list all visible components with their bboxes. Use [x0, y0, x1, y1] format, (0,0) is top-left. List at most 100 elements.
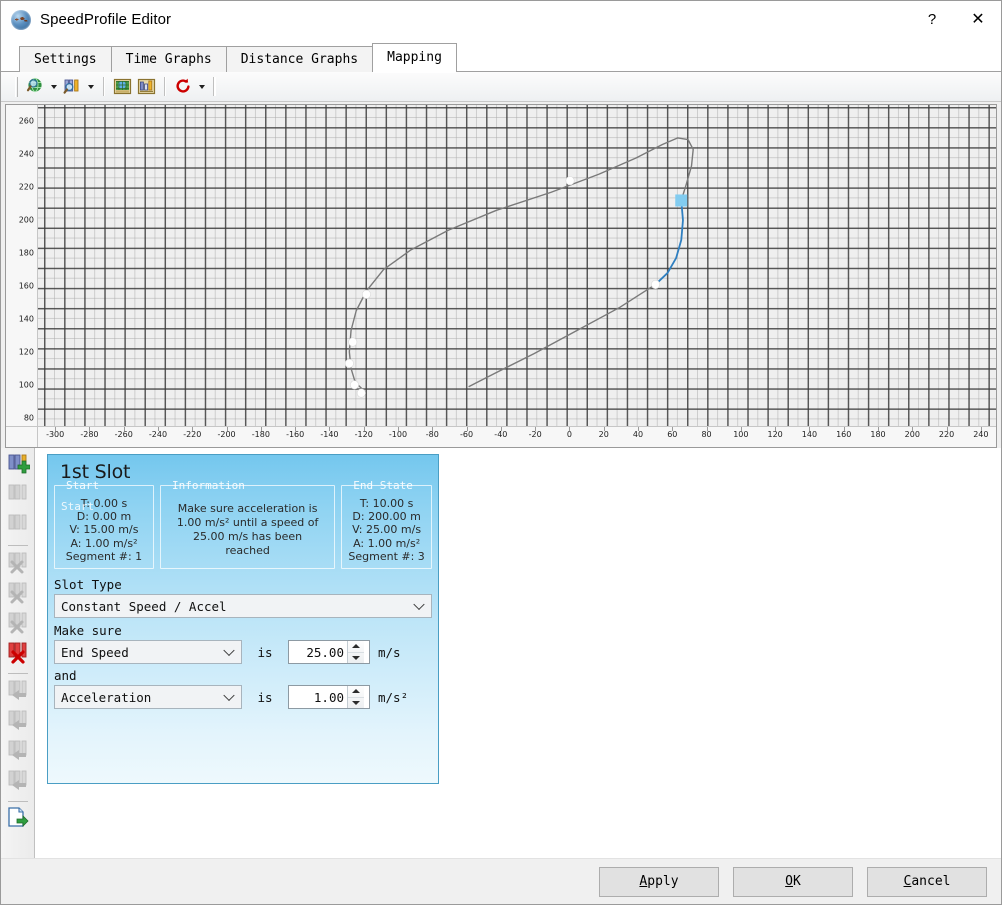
sidebar-button-move-slot-previous[interactable] [4, 708, 32, 736]
route-waypoint[interactable] [345, 359, 353, 367]
route-waypoint[interactable] [651, 280, 659, 288]
x-axis-tick: -20 [528, 430, 542, 439]
dialog-footer: Apply OK Cancel [1, 858, 1001, 904]
sidebar-button-cut-slot-before[interactable] [4, 580, 32, 608]
cancel-accel: C [903, 874, 912, 889]
selected-waypoint-marker[interactable] [675, 194, 688, 207]
condition-2-spin-down[interactable] [348, 698, 364, 709]
y-axis-tick: 160 [18, 281, 34, 291]
x-axis-tick: -240 [148, 430, 168, 439]
sidebar-button-export-slot[interactable] [4, 806, 32, 834]
condition-1-unit: m/s [378, 644, 401, 660]
condition-2-spin-buttons[interactable] [347, 686, 364, 709]
ruler-chart-icon[interactable] [134, 75, 158, 98]
cancel-button[interactable]: Cancel [867, 866, 987, 897]
sidebar-button-insert-slot-after[interactable] [4, 512, 32, 540]
condition-2-property-value: Acceleration [61, 689, 152, 705]
zoom-world-dropdown[interactable] [47, 75, 60, 98]
condition-1-spin-up[interactable] [348, 641, 364, 653]
tab-distance-graphs[interactable]: Distance Graphs [225, 46, 374, 72]
y-axis-tick: 220 [18, 182, 34, 192]
condition-2-is-label: is [257, 689, 273, 705]
x-axis-tick: 160 [836, 430, 852, 439]
end-acceleration: A: 1.00 m/s² [353, 536, 421, 550]
x-axis-tick: -40 [494, 430, 508, 439]
condition-2-value-input[interactable] [289, 686, 347, 709]
y-axis-tick: 80 [23, 413, 34, 423]
close-button[interactable]: ✕ [955, 1, 1001, 38]
x-axis-tick: 120 [767, 430, 783, 439]
map-graph[interactable]: 260 240 220 200 180 160 140 120 100 80 -300 -280 -2… [5, 104, 997, 448]
route-waypoint[interactable] [350, 381, 358, 389]
window-title: SpeedProfile Editor [40, 11, 172, 28]
route-waypoint[interactable] [566, 177, 574, 185]
information-text: Make sure acceleration is 1.00 m/s² unti… [176, 502, 319, 557]
y-axis-tick: 180 [18, 248, 34, 258]
condition-1-spin-buttons[interactable] [347, 641, 364, 664]
sidebar-button-move-slot-first[interactable] [4, 678, 32, 706]
x-axis-tick: -200 [217, 430, 236, 439]
x-axis-tick: 200 [904, 430, 920, 439]
condition-1-spin-down[interactable] [348, 653, 364, 664]
slot-delete-icon [6, 639, 30, 670]
slot-toolbar-sidebar [1, 448, 35, 858]
apply-button[interactable]: Apply [599, 866, 719, 897]
sidebar-button-cut-slot[interactable] [4, 550, 32, 578]
information-group-legend: Information [171, 479, 245, 492]
condition-2-spin-up[interactable] [348, 686, 364, 698]
x-axis-tick: 60 [667, 430, 678, 439]
refresh-icon[interactable] [171, 75, 195, 98]
sidebar-button-delete-slot[interactable] [4, 640, 32, 668]
plot-area[interactable] [38, 105, 996, 426]
make-sure-label: Make sure [54, 623, 122, 639]
zoom-world-icon[interactable] [23, 75, 47, 98]
condition-2-property-select[interactable]: Acceleration [54, 685, 242, 710]
zoom-slot-dropdown[interactable] [84, 75, 97, 98]
sidebar-button-add-slot[interactable] [4, 452, 32, 480]
tab-mapping[interactable]: Mapping [372, 43, 457, 73]
map-view-icon[interactable] [110, 75, 134, 98]
ok-button[interactable]: OK [733, 866, 853, 897]
condition-1-value-stepper[interactable] [288, 640, 370, 665]
sidebar-button-move-slot-last[interactable] [4, 768, 32, 796]
chevron-down-icon [198, 84, 205, 89]
title-bar: SpeedProfile Editor ? ✕ [1, 1, 1001, 39]
end-state-group: End State T: 10.00 s D: 200.00 m V: 25.0… [341, 479, 432, 570]
end-velocity: V: 25.00 m/s [352, 523, 422, 537]
condition-1-property-select[interactable]: End Speed [54, 640, 242, 665]
zoom-slot-icon[interactable] [60, 75, 84, 98]
sidebar-button-move-slot-next[interactable] [4, 738, 32, 766]
x-axis-tick: -80 [425, 430, 439, 439]
x-axis-tick: -100 [388, 430, 408, 439]
tab-time-graphs[interactable]: Time Graphs [110, 46, 227, 72]
app-globe-icon [11, 9, 31, 30]
end-segment: Segment #: 3 [348, 549, 425, 563]
condition-1-value-input[interactable] [289, 641, 347, 664]
x-axis-tick: -120 [354, 430, 373, 439]
refresh-dropdown[interactable] [195, 75, 208, 98]
close-icon: ✕ [971, 10, 985, 28]
start-velocity: V: 15.00 m/s [69, 523, 139, 537]
route-polyline [469, 284, 655, 386]
route-waypoint[interactable] [357, 389, 365, 397]
speedprofile-editor-window: SpeedProfile Editor ? ✕ Settings Time Gr… [0, 0, 1002, 905]
end-time: T: 10.00 s [359, 497, 414, 510]
ok-rest: K [793, 874, 801, 889]
x-axis-tick: 0 [566, 430, 572, 439]
tab-settings[interactable]: Settings [19, 46, 112, 72]
x-axis-tick: -180 [251, 430, 270, 439]
start-group-legend: Start [66, 479, 100, 492]
route-waypoint[interactable] [362, 290, 370, 298]
help-button[interactable]: ? [909, 1, 955, 38]
condition-2-value-stepper[interactable] [288, 685, 370, 710]
slot-type-value: Constant Speed / Accel [61, 598, 227, 614]
x-axis-tick: 80 [701, 430, 712, 439]
slot-summary-groups: Start Start T: 0.00 s D: 0.00 m V: 15.00… [48, 479, 438, 570]
route-svg [38, 105, 996, 426]
condition-1-is-label: is [257, 644, 273, 660]
slot-type-select[interactable]: Constant Speed / Accel [54, 594, 432, 619]
sidebar-button-cut-slot-after[interactable] [4, 610, 32, 638]
sidebar-button-insert-slot-before[interactable] [4, 482, 32, 510]
route-waypoint[interactable] [349, 338, 357, 346]
toolbar-grip[interactable] [15, 76, 18, 97]
